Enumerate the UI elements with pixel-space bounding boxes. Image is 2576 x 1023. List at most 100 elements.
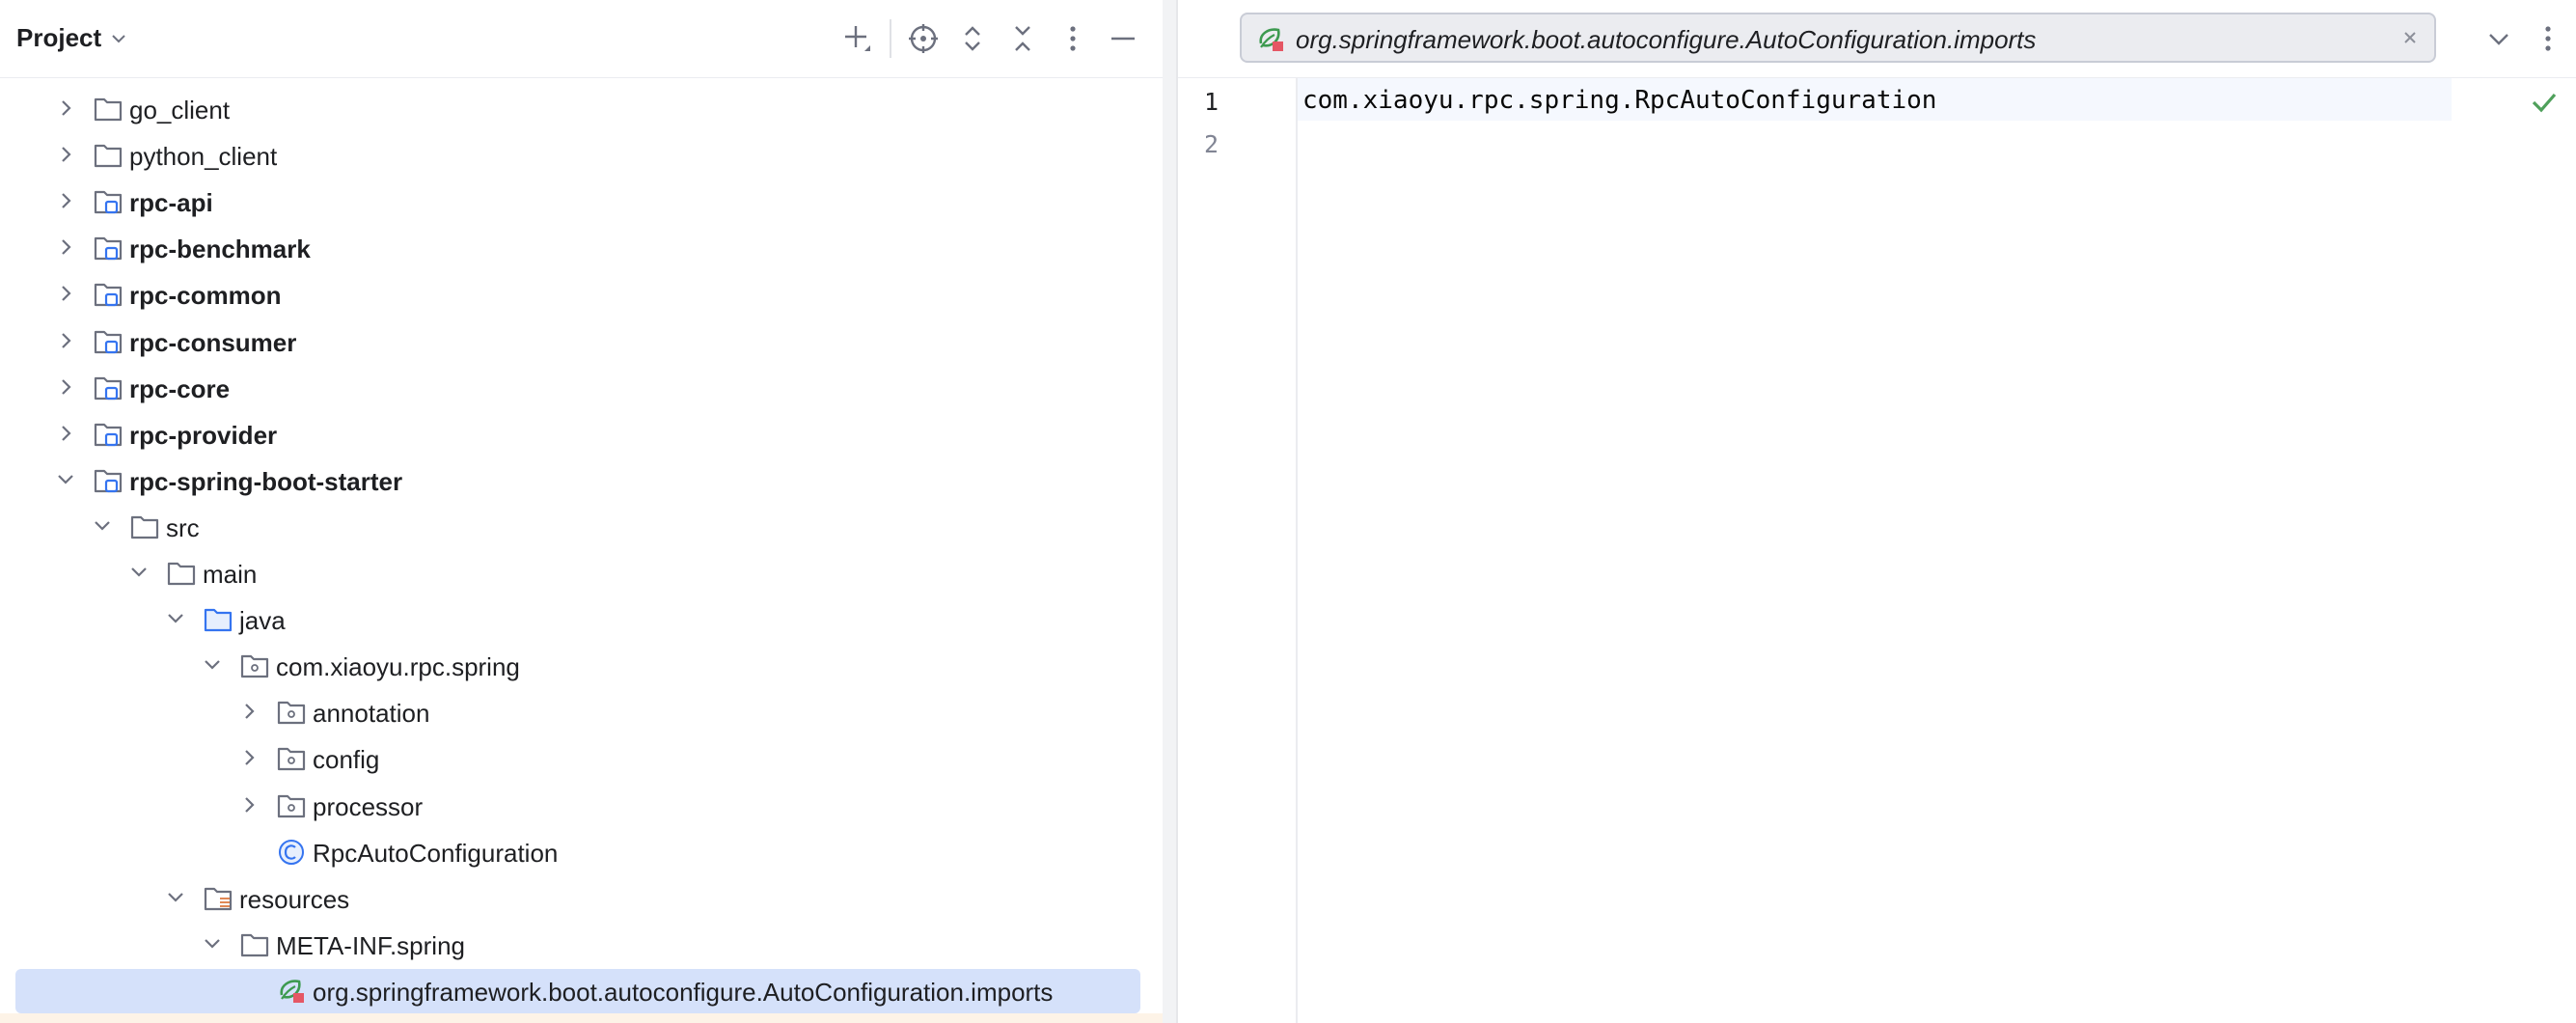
tree-row[interactable]: main <box>0 551 1163 594</box>
tree-node-label: annotation <box>313 699 430 729</box>
module-folder-icon <box>94 330 123 353</box>
project-view-selector[interactable]: Project <box>16 23 128 53</box>
tree-row[interactable]: rpc-common <box>0 272 1163 315</box>
tree-row[interactable]: go_client <box>0 87 1163 129</box>
tree-node-label: resources <box>239 884 350 914</box>
chevron-down-icon[interactable] <box>201 653 224 677</box>
chevron-down-icon[interactable] <box>201 932 224 955</box>
module-folder-icon <box>94 423 123 446</box>
editor-tab-bar: org.springframework.boot.autoconfigure.A… <box>1178 0 2576 78</box>
project-panel-header: Project <box>0 0 1163 78</box>
more-options-icon[interactable] <box>1055 21 1090 56</box>
tree-row[interactable]: rpc-provider <box>0 412 1163 455</box>
tree-node-label: rpc-api <box>129 188 213 218</box>
tree-row-selected[interactable]: org.springframework.boot.autoconfigure.A… <box>0 968 1163 1013</box>
project-title: Project <box>16 23 102 52</box>
module-folder-icon <box>94 237 123 261</box>
chevron-right-icon[interactable] <box>54 97 77 120</box>
tree-row[interactable]: python_client <box>0 133 1163 176</box>
tree-row[interactable]: rpc-benchmark <box>0 226 1163 268</box>
chevron-right-icon[interactable] <box>54 235 77 259</box>
resources-folder-icon <box>204 887 233 910</box>
tree-row[interactable]: rpc-consumer <box>0 319 1163 362</box>
add-icon[interactable] <box>840 21 875 56</box>
tree-row[interactable]: processor <box>0 784 1163 826</box>
panel-bottom-strip <box>0 1013 1163 1023</box>
spring-file-icon <box>280 980 304 1003</box>
tree-row[interactable]: src <box>0 505 1163 547</box>
chevron-right-icon[interactable] <box>54 189 77 212</box>
tree-node-label: rpc-spring-boot-starter <box>129 466 403 496</box>
tree-row[interactable]: rpc-core <box>0 366 1163 408</box>
tree-row[interactable]: resources <box>0 876 1163 919</box>
tree-node-label: config <box>313 745 380 775</box>
line-number-gutter: 1 2 <box>1178 78 1298 1023</box>
editor-tab[interactable]: org.springframework.boot.autoconfigure.A… <box>1240 13 2436 63</box>
expand-all-icon[interactable] <box>955 21 990 56</box>
tree-node-label: org.springframework.boot.autoconfigure.A… <box>313 977 1054 1007</box>
folder-icon <box>94 97 123 122</box>
ide-window: Project go_client python_client rpc-api … <box>0 0 2576 1023</box>
tree-node-label: src <box>166 512 200 542</box>
tree-node-label: com.xiaoyu.rpc.spring <box>276 652 520 682</box>
locate-icon[interactable] <box>906 21 941 56</box>
code-line[interactable]: com.xiaoyu.rpc.spring.RpcAutoConfigurati… <box>1302 86 1936 115</box>
folder-icon <box>240 933 269 956</box>
source-folder-icon <box>204 608 233 632</box>
chevron-down-icon[interactable] <box>91 514 114 538</box>
tree-node-label: python_client <box>129 142 278 172</box>
chevron-down-icon[interactable] <box>164 886 187 909</box>
header-separator <box>890 19 891 58</box>
line-number: 2 <box>1203 130 1219 158</box>
editor-area: org.springframework.boot.autoconfigure.A… <box>1178 0 2576 1023</box>
tree-node-label: META-INF.spring <box>276 930 465 960</box>
tree-node-label: processor <box>313 791 424 821</box>
project-panel: Project go_client python_client rpc-api … <box>0 0 1163 1023</box>
close-icon[interactable] <box>2399 27 2421 48</box>
tree-row[interactable]: annotation <box>0 690 1163 733</box>
chevron-right-icon[interactable] <box>54 143 77 166</box>
more-options-icon[interactable] <box>2531 21 2565 56</box>
chevron-down-icon[interactable] <box>127 561 151 584</box>
folder-icon <box>167 562 196 586</box>
chevron-down-icon[interactable] <box>164 607 187 630</box>
package-icon <box>240 655 269 678</box>
tree-row[interactable]: META-INF.spring <box>0 923 1163 965</box>
tree-node-label: main <box>203 560 258 589</box>
folder-icon <box>130 515 159 539</box>
tree-node-label: rpc-benchmark <box>129 235 311 264</box>
chevron-right-icon[interactable] <box>237 700 260 723</box>
tree-node-label: rpc-provider <box>129 420 278 450</box>
tree-row[interactable]: config <box>0 736 1163 779</box>
chevron-right-icon[interactable] <box>54 375 77 399</box>
chevron-down-icon[interactable] <box>54 468 77 491</box>
minimize-icon[interactable] <box>1106 21 1140 56</box>
panel-splitter[interactable] <box>1163 0 1176 1023</box>
chevron-right-icon[interactable] <box>54 329 77 352</box>
chevron-right-icon[interactable] <box>54 422 77 445</box>
tree-row[interactable]: rpc-api <box>0 180 1163 222</box>
module-folder-icon <box>94 469 123 492</box>
module-folder-icon <box>94 284 123 307</box>
tree-node-label: RpcAutoConfiguration <box>313 838 559 868</box>
tree-node-label: java <box>239 606 286 636</box>
tree-row[interactable]: com.xiaoyu.rpc.spring <box>0 644 1163 686</box>
module-folder-icon <box>94 191 123 214</box>
class-icon <box>279 839 304 865</box>
chevron-right-icon[interactable] <box>237 793 260 816</box>
tree-node-label: go_client <box>129 96 231 124</box>
chevron-right-icon[interactable] <box>237 746 260 769</box>
tree-node-label: rpc-consumer <box>129 327 297 357</box>
tree-row[interactable]: java <box>0 597 1163 640</box>
collapse-all-icon[interactable] <box>1005 21 1040 56</box>
folder-icon <box>94 144 123 168</box>
package-icon <box>277 702 306 725</box>
module-folder-icon <box>94 376 123 400</box>
package-icon <box>277 794 306 817</box>
tree-node-label: rpc-core <box>129 373 231 403</box>
tree-row[interactable]: rpc-spring-boot-starter <box>0 458 1163 501</box>
chevron-right-icon[interactable] <box>54 282 77 305</box>
tab-list-chevron-icon[interactable] <box>2481 21 2516 56</box>
editor-tab-label: org.springframework.boot.autoconfigure.A… <box>1296 25 2037 54</box>
tree-row[interactable]: RpcAutoConfiguration <box>0 830 1163 872</box>
